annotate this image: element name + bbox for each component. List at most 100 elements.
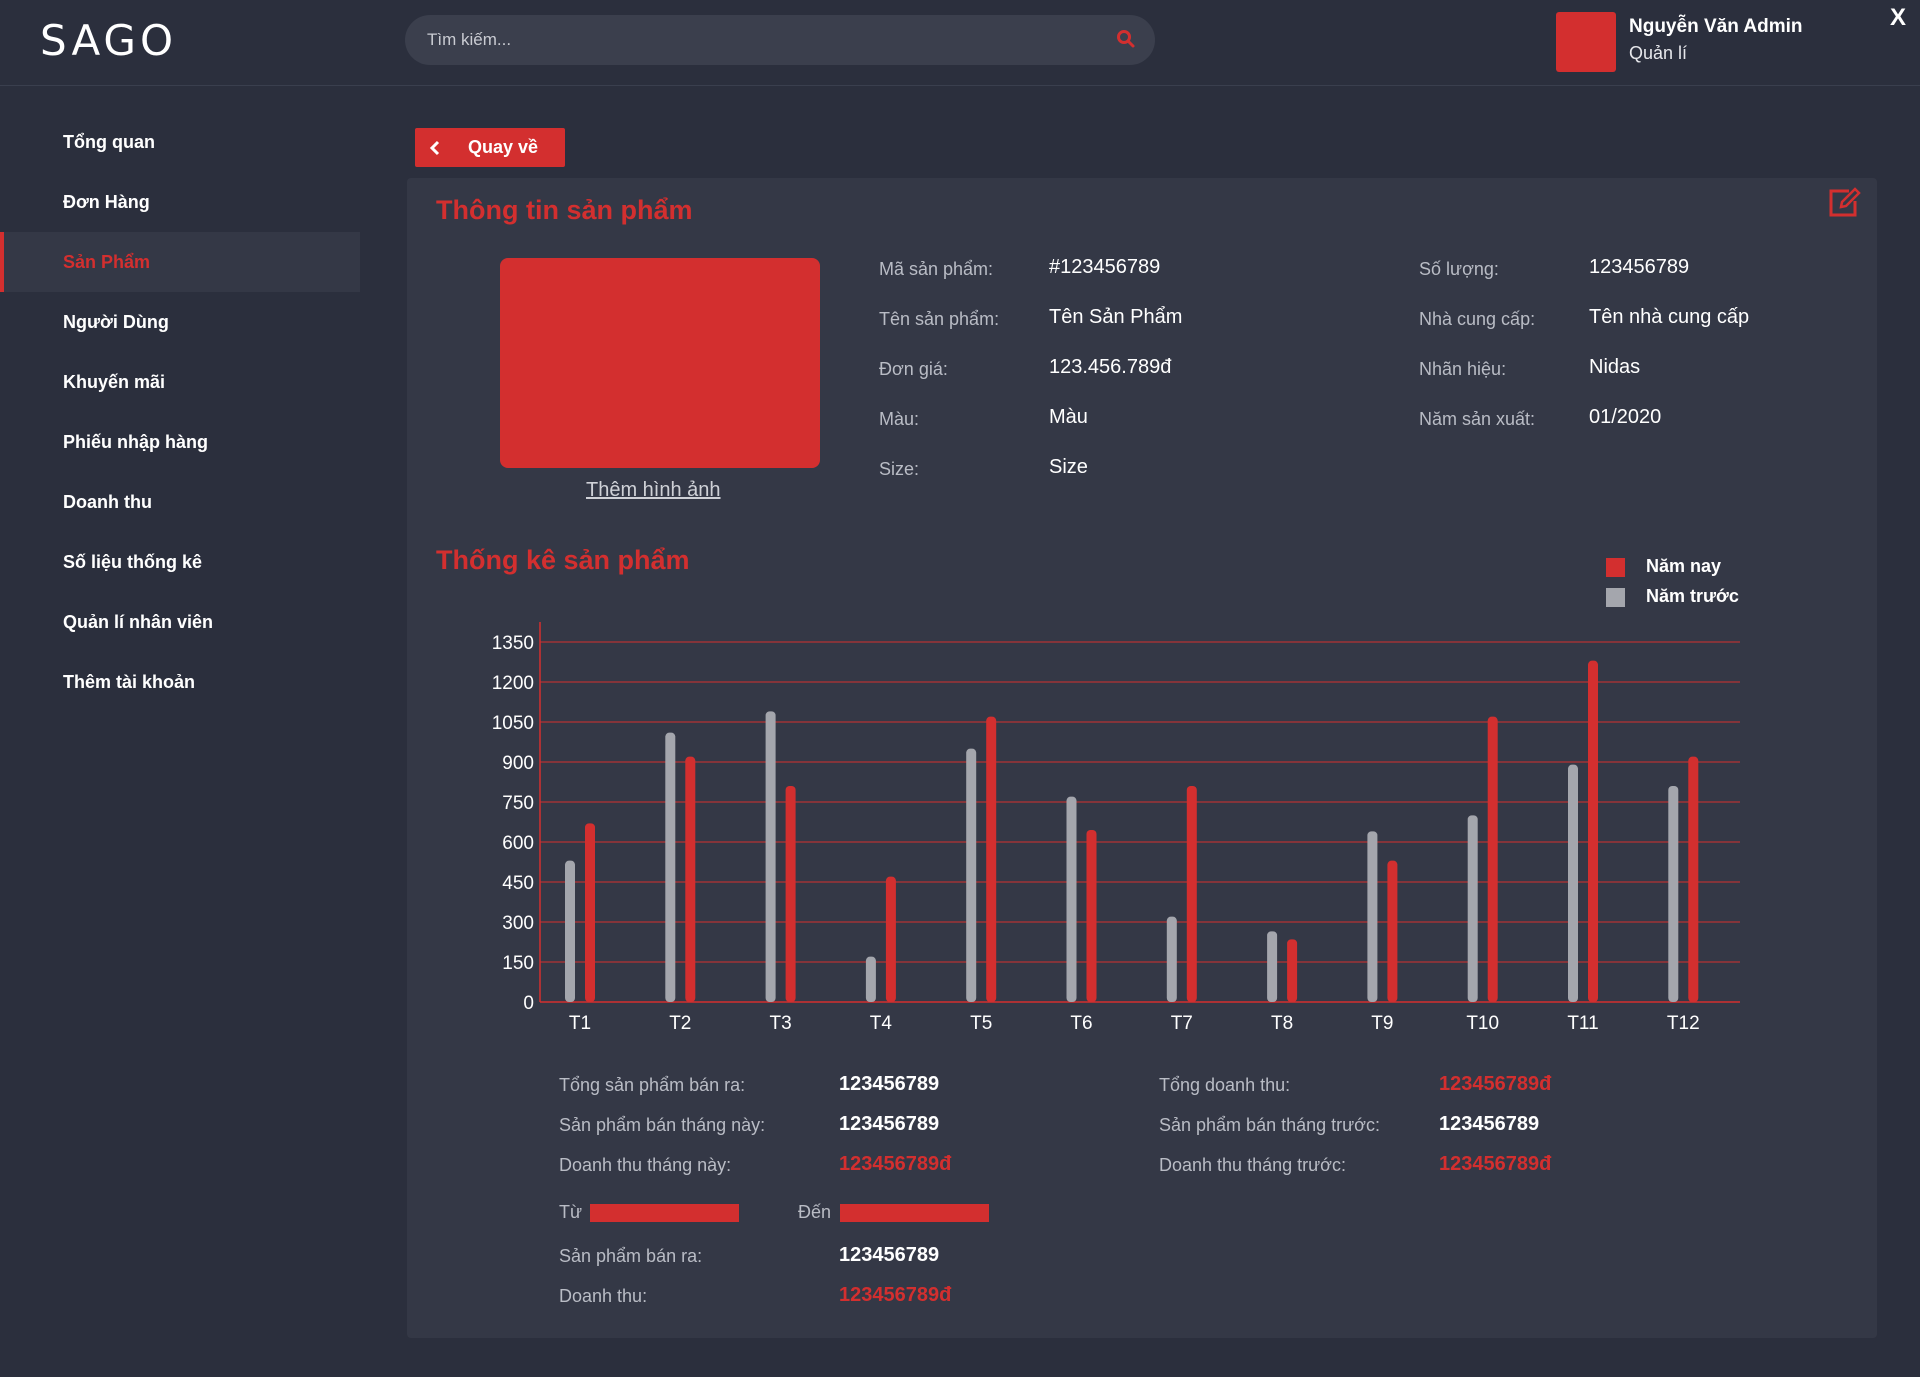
manufacture-year-label: Năm sản xuất: [1419, 409, 1536, 429]
stats-title: Thống kê sản phẩm [436, 545, 690, 575]
bar-last-year [1668, 786, 1679, 1002]
legend-label-this-year: Năm nay [1646, 556, 1722, 576]
back-button[interactable]: Quay về [415, 128, 565, 167]
legend-swatch-this-year [1606, 558, 1625, 577]
sidebar: Tổng quan Đơn Hàng Sản Phẩm Người Dùng K… [0, 87, 362, 1377]
sold-last-month-label: Sản phẩm bán tháng trước: [1159, 1115, 1380, 1135]
search-bar[interactable] [405, 15, 1155, 65]
revenue-this-month-label: Doanh thu tháng này: [559, 1155, 732, 1175]
sold-last-month-value: 123456789 [1439, 1113, 1540, 1135]
x-tick-label: T12 [1667, 1013, 1700, 1034]
bar-last-year [1066, 796, 1077, 1002]
range-revenue-label: Doanh thu: [559, 1286, 648, 1306]
product-image[interactable] [500, 258, 820, 468]
sold-this-month-value: 123456789 [839, 1113, 940, 1135]
color-label: Màu: [879, 409, 920, 429]
sidebar-item-promotions[interactable]: Khuyến mãi [0, 352, 360, 412]
x-tick-label: T3 [770, 1013, 792, 1034]
total-revenue-value: 123456789đ [1439, 1073, 1552, 1095]
bar-this-year [986, 716, 997, 1002]
x-tick-label: T9 [1371, 1013, 1393, 1034]
add-image-link[interactable]: Thêm hình ảnh [586, 479, 721, 502]
brand-value: Nidas [1589, 356, 1641, 378]
product-code-label: Mã sản phẩm: [879, 259, 994, 279]
bar-this-year [1588, 660, 1598, 1002]
bar-last-year [565, 860, 575, 1002]
bar-this-year [585, 823, 595, 1002]
y-tick-label: 1050 [492, 713, 534, 734]
sidebar-item-statistics[interactable]: Số liệu thống kê [0, 532, 360, 592]
y-tick-label: 300 [502, 913, 534, 934]
range-sold-label: Sản phẩm bán ra: [559, 1246, 703, 1266]
unit-price-label: Đơn giá: [879, 359, 948, 379]
bar-this-year [1287, 939, 1298, 1002]
y-tick-label: 150 [502, 953, 534, 974]
sidebar-item-staff[interactable]: Quản lí nhân viên [0, 592, 360, 652]
x-tick-label: T7 [1171, 1013, 1193, 1034]
close-button[interactable]: X [1890, 4, 1906, 32]
y-tick-label: 750 [502, 793, 534, 814]
bar-this-year [785, 786, 796, 1002]
sold-this-month-label: Sản phẩm bán tháng này: [559, 1115, 766, 1135]
x-tick-label: T8 [1271, 1013, 1293, 1034]
chevron-left-icon [429, 140, 440, 156]
sidebar-item-users[interactable]: Người Dùng [0, 292, 360, 352]
y-tick-label: 1200 [492, 673, 534, 694]
user-role: Quản lí [1629, 43, 1688, 63]
x-tick-label: T5 [970, 1013, 992, 1034]
search-icon[interactable] [1116, 29, 1136, 49]
bar-this-year [1186, 786, 1197, 1002]
color-value: Màu [1049, 406, 1088, 428]
size-value: Size [1049, 456, 1088, 478]
sidebar-item-overview[interactable]: Tổng quan [0, 112, 360, 172]
bar-this-year [885, 876, 896, 1002]
y-tick-label: 600 [502, 833, 534, 854]
y-tick-label: 450 [502, 873, 534, 894]
bar-this-year [1487, 716, 1498, 1002]
sidebar-item-products[interactable]: Sản Phẩm [0, 232, 360, 292]
legend-swatch-last-year [1606, 588, 1625, 607]
to-label: Đến [798, 1202, 832, 1222]
bar-this-year [1387, 860, 1398, 1002]
total-sold-label: Tổng sản phẩm bán ra: [559, 1075, 746, 1095]
product-name-label: Tên sản phẩm: [879, 309, 1000, 329]
legend-label-last-year: Năm trước [1646, 586, 1739, 606]
product-code-value: #123456789 [1049, 256, 1161, 278]
bar-last-year [1267, 931, 1278, 1002]
revenue-last-month-label: Doanh thu tháng trước: [1159, 1155, 1346, 1175]
to-date-picker[interactable] [840, 1204, 989, 1222]
unit-price-value: 123.456.789đ [1049, 356, 1172, 378]
x-tick-label: T11 [1567, 1013, 1598, 1034]
brand-label: Nhãn hiệu: [1419, 359, 1507, 379]
app-logo[interactable]: SAGO [40, 16, 177, 65]
supplier-value: Tên nhà cung cấp [1589, 306, 1750, 328]
y-tick-label: 0 [523, 993, 534, 1014]
search-input[interactable] [427, 27, 1087, 53]
bar-last-year [966, 748, 977, 1002]
quantity-value: 123456789 [1589, 256, 1690, 278]
supplier-label: Nhà cung cấp: [1419, 309, 1536, 329]
product-info-title: Thông tin sản phẩm [436, 195, 693, 225]
sidebar-item-orders[interactable]: Đơn Hàng [0, 172, 360, 232]
sidebar-item-revenue[interactable]: Doanh thu [0, 472, 360, 532]
total-sold-value: 123456789 [839, 1073, 940, 1095]
x-tick-label: T4 [870, 1013, 893, 1034]
from-date-picker[interactable] [590, 1204, 739, 1222]
x-tick-label: T2 [669, 1013, 691, 1034]
user-name: Nguyễn Văn Admin [1629, 16, 1803, 37]
sidebar-item-add-account[interactable]: Thêm tài khoản [0, 652, 360, 712]
revenue-this-month-value: 123456789đ [839, 1153, 952, 1175]
bar-last-year [865, 956, 876, 1002]
bar-this-year [685, 756, 696, 1002]
sidebar-item-import-slips[interactable]: Phiếu nhập hàng [0, 412, 360, 472]
bar-last-year [1467, 815, 1478, 1002]
quantity-label: Số lượng: [1419, 259, 1499, 279]
stats-chart: 0 150 300 450 600 750 900 1050 1200 1350 T1 T2 T3 T4 T… [492, 622, 1740, 1034]
edit-icon[interactable] [1827, 187, 1861, 219]
y-tick-label: 900 [502, 753, 534, 774]
x-tick-label: T10 [1466, 1013, 1499, 1034]
bar-last-year [1367, 831, 1378, 1002]
x-tick-label: T1 [569, 1013, 591, 1034]
total-revenue-label: Tổng doanh thu: [1159, 1075, 1291, 1095]
avatar[interactable] [1556, 12, 1616, 72]
